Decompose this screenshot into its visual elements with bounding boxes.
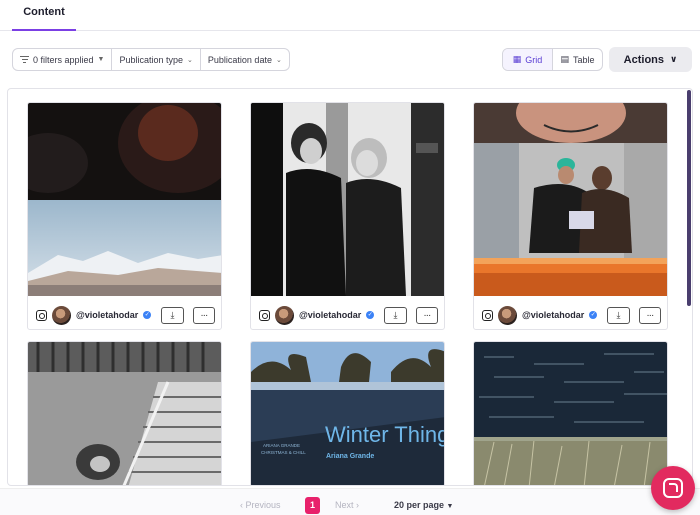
- chat-icon: [663, 478, 683, 498]
- content-card[interactable]: @violetahodar ✓ ⤓ ···: [473, 102, 668, 330]
- post-image[interactable]: [28, 342, 221, 485]
- chevron-down-icon: ⌄: [275, 56, 282, 64]
- more-options-button[interactable]: ···: [415, 306, 438, 324]
- filter-icon: [20, 56, 29, 63]
- instagram-icon: [36, 309, 47, 321]
- actions-label: Actions: [623, 53, 665, 66]
- content-card[interactable]: @violetahodar ✓ ⤓ ···: [27, 102, 222, 330]
- filters-applied-label: 0 filters applied: [33, 54, 94, 65]
- svg-text:CHRISTMAS & CHILL: CHRISTMAS & CHILL: [261, 450, 306, 455]
- chevron-down-icon: ⌄: [187, 56, 193, 64]
- view-toggle: ▦ Grid ▤ Table: [502, 48, 603, 71]
- card-footer: @violetahodar ✓ ⤓ ···: [474, 299, 667, 329]
- chevron-right-icon: ›: [353, 500, 360, 510]
- publication-type-dropdown[interactable]: Publication type ⌄: [112, 49, 201, 70]
- publication-date-label: Publication date: [207, 54, 272, 65]
- avatar[interactable]: [52, 305, 71, 325]
- creator-handle[interactable]: @violetahodar: [299, 310, 361, 320]
- download-button[interactable]: ⤓: [384, 306, 407, 324]
- per-page-label: 20 per page: [394, 500, 445, 510]
- post-image[interactable]: Winter Things Ariana Grande ARIANA GRAND…: [251, 342, 445, 485]
- download-icon: ⤓: [170, 309, 175, 320]
- download-button[interactable]: ⤓: [161, 306, 184, 324]
- chat-launcher-button[interactable]: [651, 466, 695, 510]
- table-view-button[interactable]: ▤ Table: [553, 49, 602, 70]
- per-page-select[interactable]: 20 per page ▼: [394, 500, 453, 510]
- post-image[interactable]: [28, 103, 221, 296]
- instagram-icon: [482, 309, 493, 321]
- content-card[interactable]: @violetahodar ✓ ⤓ ···: [250, 102, 445, 330]
- more-options-button[interactable]: ···: [638, 306, 661, 324]
- avatar[interactable]: [275, 305, 294, 325]
- poster-title: Winter Things: [325, 422, 445, 447]
- post-image[interactable]: [474, 103, 667, 296]
- table-icon: ▤: [560, 54, 569, 64]
- post-image[interactable]: [251, 103, 444, 296]
- caret-down-icon: ▼: [446, 503, 454, 510]
- filter-bar: 0 filters applied ▼ Publication type ⌄ P…: [12, 48, 290, 71]
- publication-date-dropdown[interactable]: Publication date ⌄: [201, 49, 289, 70]
- grid-label: Grid: [525, 54, 543, 65]
- download-icon: ⤓: [616, 309, 621, 320]
- card-footer: @violetahodar ✓ ⤓ ···: [251, 299, 444, 329]
- filters-applied-button[interactable]: 0 filters applied ▼: [13, 49, 113, 70]
- instagram-icon: [259, 309, 270, 321]
- creator-handle[interactable]: @violetahodar: [522, 310, 584, 320]
- publication-type-label: Publication type: [119, 54, 184, 65]
- grid-icon: ▦: [512, 54, 522, 64]
- tab-content[interactable]: Content: [12, 0, 76, 31]
- download-button[interactable]: ⤓: [607, 306, 630, 324]
- next-page-button[interactable]: Next ›: [335, 500, 359, 510]
- previous-label: Previous: [245, 500, 281, 510]
- card-footer: @violetahodar ✓ ⤓ ···: [28, 299, 221, 329]
- page-number-current[interactable]: 1: [305, 497, 320, 514]
- more-icon: ···: [646, 309, 654, 321]
- post-image[interactable]: [474, 342, 667, 485]
- previous-page-button[interactable]: ‹ Previous: [240, 500, 281, 510]
- pagination: ‹ Previous 1 Next › 20 per page ▼: [0, 488, 700, 515]
- avatar[interactable]: [498, 305, 517, 325]
- verified-icon: ✓: [366, 311, 375, 319]
- verified-icon: ✓: [589, 311, 598, 319]
- creator-handle[interactable]: @violetahodar: [76, 310, 138, 320]
- table-label: Table: [573, 54, 595, 65]
- actions-button[interactable]: Actions ∨: [609, 47, 692, 72]
- tab-bar: Content: [0, 0, 700, 31]
- more-icon: ···: [423, 309, 431, 321]
- more-icon: ···: [200, 309, 208, 321]
- chevron-down-icon: ∨: [670, 54, 678, 64]
- more-options-button[interactable]: ···: [192, 306, 215, 324]
- content-card[interactable]: [473, 341, 668, 485]
- grid-view-button[interactable]: ▦ Grid: [503, 49, 553, 70]
- verified-icon: ✓: [143, 311, 152, 319]
- content-grid: @violetahodar ✓ ⤓ ··· @violetahodar ✓ ⤓ …: [7, 88, 693, 486]
- content-card[interactable]: Winter Things Ariana Grande ARIANA GRAND…: [250, 341, 445, 485]
- caret-down-icon: ▼: [97, 56, 105, 63]
- next-label: Next: [335, 500, 354, 510]
- poster-artist: Ariana Grande: [326, 453, 374, 460]
- svg-text:ARIANA GRANDE: ARIANA GRANDE: [263, 443, 300, 448]
- scrollbar[interactable]: [687, 90, 691, 306]
- content-card[interactable]: [27, 341, 222, 485]
- download-icon: ⤓: [393, 309, 398, 320]
